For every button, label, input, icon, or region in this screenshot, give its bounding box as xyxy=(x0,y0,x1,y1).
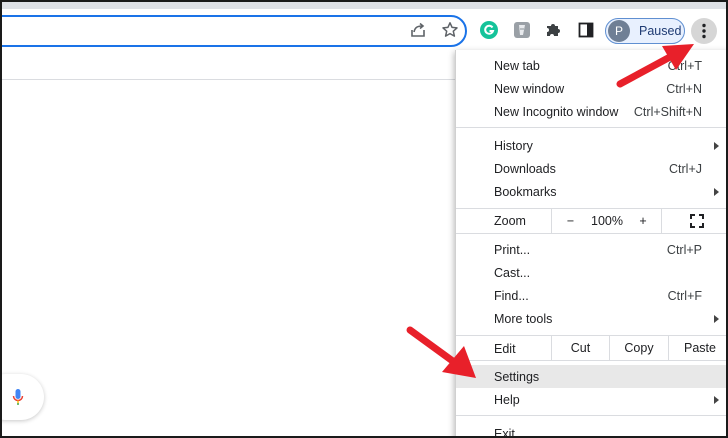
menu-item-find[interactable]: Find... Ctrl+F xyxy=(456,284,726,307)
menu-zoom-row: Zoom − 100% + xyxy=(456,209,726,233)
menu-item-settings[interactable]: Settings xyxy=(456,365,726,388)
zoom-in-button[interactable]: + xyxy=(625,209,661,233)
submenu-arrow-icon xyxy=(714,141,719,150)
avatar: P xyxy=(608,20,630,42)
grammarly-icon[interactable] xyxy=(478,19,500,41)
menu-edit-row: Edit Cut Copy Paste xyxy=(456,336,726,360)
menu-item-bookmarks[interactable]: Bookmarks xyxy=(456,180,726,203)
menu-item-help[interactable]: Help xyxy=(456,388,726,411)
share-icon[interactable] xyxy=(407,19,429,41)
extension-icon[interactable] xyxy=(511,19,533,41)
voice-search-button[interactable] xyxy=(2,374,44,420)
submenu-arrow-icon xyxy=(714,187,719,196)
chrome-main-menu: New tab Ctrl+T New window Ctrl+N New Inc… xyxy=(455,50,726,437)
fullscreen-icon xyxy=(689,214,704,228)
tab-strip xyxy=(2,2,726,9)
menu-item-downloads[interactable]: Downloads Ctrl+J xyxy=(456,157,726,180)
paste-button[interactable]: Paste xyxy=(668,336,726,360)
side-panel-icon[interactable] xyxy=(575,19,597,41)
zoom-level: 100% xyxy=(591,214,623,228)
menu-item-history[interactable]: History xyxy=(456,134,726,157)
puzzle-icon[interactable] xyxy=(542,19,564,41)
menu-divider xyxy=(456,127,726,128)
menu-divider xyxy=(456,360,726,361)
menu-item-exit[interactable]: Exit xyxy=(456,422,726,437)
zoom-out-button[interactable]: − xyxy=(551,209,589,233)
menu-item-print[interactable]: Print... Ctrl+P xyxy=(456,238,726,261)
cut-button[interactable]: Cut xyxy=(551,336,609,360)
microphone-icon xyxy=(12,389,24,405)
menu-divider xyxy=(456,415,726,416)
menu-item-cast[interactable]: Cast... xyxy=(456,261,726,284)
zoom-label: Zoom xyxy=(494,214,526,228)
address-bar[interactable] xyxy=(2,15,467,47)
annotation-arrow-menu xyxy=(616,44,694,88)
profile-status-label: Paused xyxy=(639,24,682,38)
menu-item-new-incognito-window[interactable]: New Incognito window Ctrl+Shift+N xyxy=(456,100,726,123)
menu-divider xyxy=(456,233,726,234)
star-icon[interactable] xyxy=(439,19,461,41)
annotation-arrow-settings xyxy=(406,326,476,378)
browser-window: P Paused New tab Ctrl+T New window Ctrl+… xyxy=(0,0,728,438)
edit-label: Edit xyxy=(494,342,516,356)
submenu-arrow-icon xyxy=(714,314,719,323)
fullscreen-button[interactable] xyxy=(661,209,726,233)
menu-item-more-tools[interactable]: More tools xyxy=(456,307,726,330)
submenu-arrow-icon xyxy=(714,395,719,404)
copy-button[interactable]: Copy xyxy=(609,336,668,360)
